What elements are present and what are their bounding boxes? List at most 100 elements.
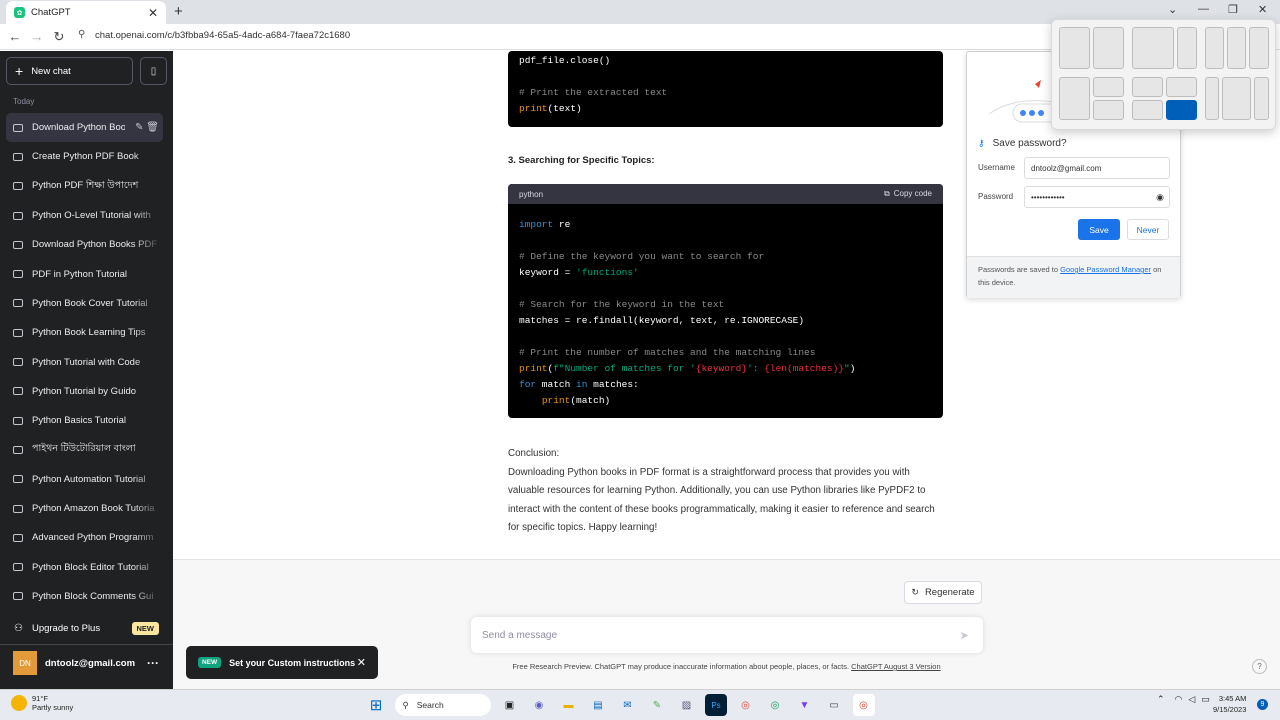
chat-bubble-icon: [13, 592, 23, 601]
regenerate-button[interactable]: ↻ Regenerate: [904, 581, 982, 604]
sidebar-chat-item[interactable]: Download Python Boo ✎ 🗑: [6, 113, 163, 143]
custom-instructions-toast[interactable]: NEW Set your Custom instructions ✕: [186, 646, 378, 679]
snap-zone[interactable]: [1222, 77, 1251, 120]
username-field[interactable]: dntoolz@gmail.com: [1024, 157, 1170, 179]
weather-widget[interactable]: 91°F Partly sunny: [11, 694, 73, 712]
chat-item-label: Python Automation Tutorial: [32, 473, 146, 485]
reload-icon[interactable]: ↻: [48, 29, 70, 45]
windows-start-icon[interactable]: ⊞: [365, 694, 387, 716]
chrome-active-icon[interactable]: ◎: [852, 694, 875, 716]
snap-zone[interactable]: [1093, 77, 1124, 97]
minimize-button[interactable]: —: [1198, 3, 1209, 15]
user-menu[interactable]: DN dntoolz@gmail.com ···: [0, 650, 173, 676]
toast-close-icon[interactable]: ✕: [357, 656, 366, 669]
back-arrow-icon[interactable]: ←: [4, 29, 26, 44]
sidebar-chat-item[interactable]: Python Tutorial with Code: [6, 347, 163, 377]
snap-zone[interactable]: [1205, 27, 1224, 69]
sidebar-chat-item[interactable]: Create Python PDF Book: [6, 142, 163, 172]
chrome-profile-icon[interactable]: ◎: [764, 694, 786, 716]
password-field[interactable]: •••••••••••• ◉: [1024, 186, 1170, 208]
edit-delete-icons[interactable]: ✎ 🗑: [135, 122, 159, 133]
message-input[interactable]: Send a message ➤: [471, 617, 983, 653]
eye-icon[interactable]: ◉: [1156, 192, 1164, 203]
chevron-up-icon[interactable]: ⌃: [1157, 694, 1165, 705]
photoshop-icon[interactable]: Ps: [705, 694, 727, 716]
sidebar-chat-item[interactable]: Python Basics Tutorial: [6, 405, 163, 436]
restore-button[interactable]: ❐: [1228, 3, 1238, 16]
sidebar-chat-item[interactable]: Python PDF শিক্ষা উপাদেশ: [6, 171, 163, 201]
mail-icon[interactable]: ✉: [617, 694, 639, 716]
snap-zone[interactable]: [1059, 27, 1090, 69]
clock[interactable]: 3:45 AM 9/15/2023: [1213, 693, 1246, 715]
chat-icon[interactable]: ◉: [528, 694, 550, 716]
store-icon[interactable]: ▤: [587, 694, 609, 716]
sidebar-chat-item[interactable]: Download Python Books PDF: [6, 230, 163, 260]
more-options-icon[interactable]: ···: [147, 656, 159, 670]
sidebar-chat-item[interactable]: Python Tutorial by Guido: [6, 376, 163, 406]
sidebar-chat-item[interactable]: Python Book Learning Tips: [6, 318, 163, 348]
snap-zone[interactable]: [1093, 27, 1124, 69]
photos-icon[interactable]: ▨: [676, 694, 698, 716]
sidebar-chat-item[interactable]: PDF in Python Tutorial: [6, 259, 163, 289]
close-window-button[interactable]: ✕: [1258, 3, 1267, 16]
upgrade-to-plus-button[interactable]: ⚇ Upgrade to Plus NEW: [0, 617, 173, 639]
sidebar-chat-item[interactable]: Python O-Level Tutorial with: [6, 200, 163, 231]
snap-zone[interactable]: [1177, 27, 1197, 69]
conclusion-text: Downloading Python books in PDF format i…: [508, 466, 935, 534]
sidebar-chat-item[interactable]: Python Automation Tutorial: [6, 464, 163, 494]
new-chat-button[interactable]: + New chat: [6, 57, 133, 85]
snap-zone[interactable]: [1249, 27, 1269, 69]
browser-tab[interactable]: ✿ ChatGPT ✕: [6, 1, 166, 24]
never-button[interactable]: Never: [1127, 219, 1169, 240]
help-button[interactable]: ?: [1252, 659, 1267, 674]
snap-zone[interactable]: [1166, 77, 1197, 97]
sidebar-toggle-button[interactable]: ▯: [140, 57, 167, 85]
code-token: # Define the keyword you want to search …: [519, 251, 765, 262]
battery-icon[interactable]: ▭: [1201, 694, 1210, 705]
sidebar-chat-item[interactable]: Python Amazon Book Tutoria: [6, 493, 163, 524]
fade-overlay: [133, 230, 163, 260]
tab-search-chevron-icon[interactable]: ⌄: [1168, 3, 1177, 16]
sidebar-chat-item[interactable]: Python Block Editor Tutorial: [6, 552, 163, 582]
vpn-icon[interactable]: ▼: [794, 694, 816, 716]
time: 3:45 AM: [1218, 694, 1247, 703]
sidebar-chat-item[interactable]: Advanced Python Programm: [6, 523, 163, 553]
sidebar-chat-item[interactable]: Python Book Cover Tutorial: [6, 288, 163, 319]
snap-zone[interactable]: [1132, 100, 1163, 120]
snap-zone[interactable]: [1093, 100, 1124, 120]
sidebar-chat-item[interactable]: পাইথন টিউটোরিয়াল বাংলা: [6, 435, 163, 465]
forward-arrow-icon[interactable]: →: [26, 29, 48, 44]
chat-item-label: Create Python PDF Book: [32, 151, 139, 163]
code-block-search: python ⧉ Copy code import re # Define the …: [508, 184, 943, 418]
address-bar[interactable]: chat.openai.com/c/b3fbba94-65a5-4adc-a68…: [95, 30, 350, 41]
file-explorer-icon[interactable]: ▬: [558, 694, 580, 716]
snap-zone[interactable]: [1227, 27, 1246, 69]
save-password-button[interactable]: Save: [1078, 219, 1120, 240]
snap-zone[interactable]: [1132, 77, 1163, 97]
sidebar-chat-item[interactable]: Python Block Comments Gui: [6, 581, 163, 612]
screen-tool-icon[interactable]: ▭: [823, 694, 845, 716]
send-icon[interactable]: ➤: [960, 629, 969, 642]
site-info-icon[interactable]: ⚲: [78, 29, 85, 40]
tab-close-icon[interactable]: ✕: [148, 6, 158, 20]
notepad-icon[interactable]: ✎: [646, 694, 668, 716]
chat-bubble-icon: [13, 211, 23, 220]
password-manager-link[interactable]: Google Password Manager: [1060, 265, 1151, 274]
speaker-icon[interactable]: ◁: [1188, 694, 1195, 705]
new-tab-button[interactable]: +: [174, 3, 183, 20]
notification-badge[interactable]: 9: [1257, 699, 1268, 710]
code-line: print(text): [519, 101, 932, 117]
snap-zone[interactable]: [1205, 77, 1219, 120]
snap-zone[interactable]: [1059, 77, 1090, 120]
chrome-icon[interactable]: ◎: [735, 694, 757, 716]
snap-zone-highlighted[interactable]: [1166, 100, 1197, 120]
code-token: # Print the extracted text: [519, 87, 668, 98]
snap-zone[interactable]: [1132, 27, 1174, 69]
version-link[interactable]: ChatGPT August 3 Version: [851, 662, 941, 671]
task-view-icon[interactable]: ▣: [499, 694, 521, 716]
taskbar-search[interactable]: ⚲ Search: [394, 694, 491, 716]
copy-code-button[interactable]: ⧉ Copy code: [884, 189, 932, 199]
snap-zone[interactable]: [1254, 77, 1269, 120]
wifi-icon[interactable]: ◠: [1175, 694, 1183, 705]
